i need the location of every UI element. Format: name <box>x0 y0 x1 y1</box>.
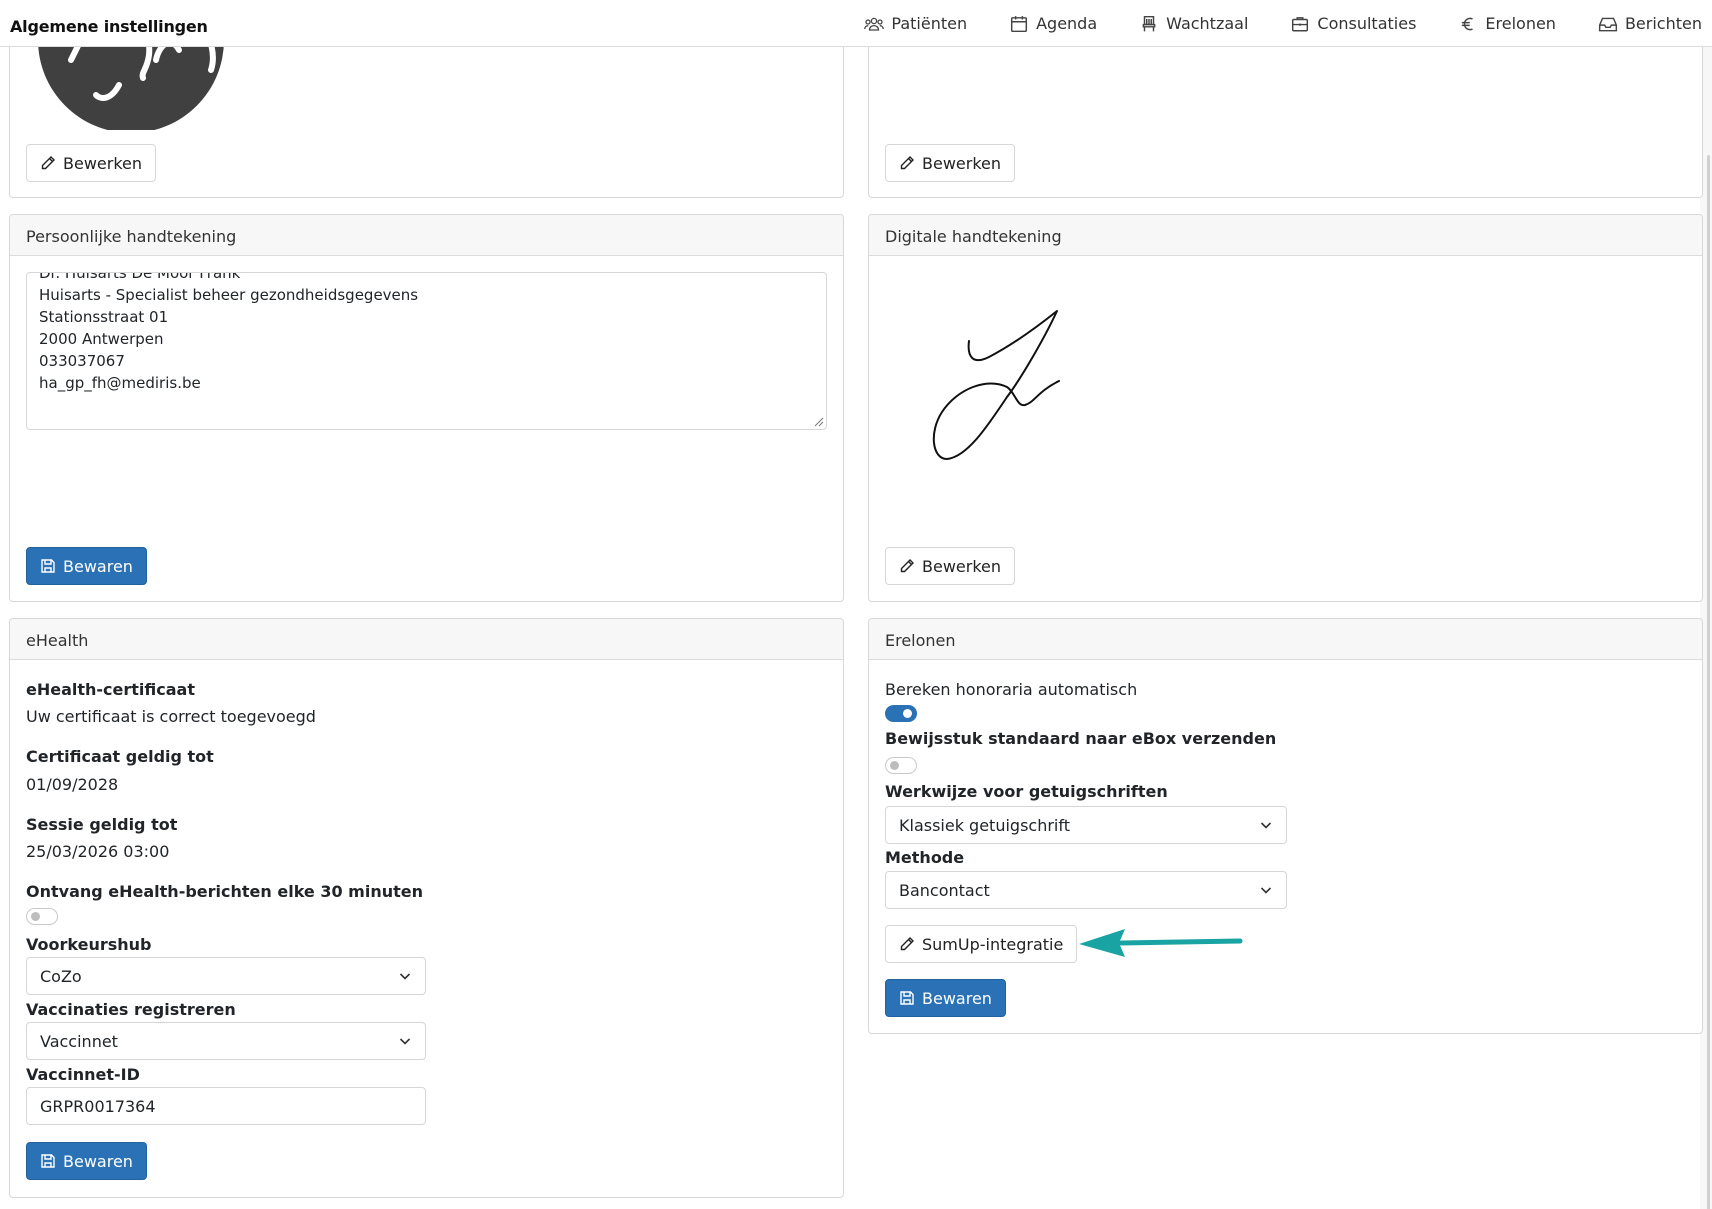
card-title: Erelonen <box>869 619 1702 660</box>
nav-item-waiting-room[interactable]: Wachtzaal <box>1139 14 1248 33</box>
vaccinnet-id-value: GRPR0017364 <box>40 1096 156 1116</box>
payment-method-label: Methode <box>885 848 965 867</box>
pencil-icon <box>900 156 914 170</box>
hub-label: Voorkeurshub <box>26 935 152 954</box>
certificate-method-value: Klassiek getuigschrift <box>899 815 1070 835</box>
pencil-icon <box>900 559 914 573</box>
briefcase-icon <box>1292 16 1309 31</box>
vaccinnet-id-label: Vaccinnet-ID <box>26 1065 140 1084</box>
chevron-down-icon <box>399 973 411 980</box>
card-title: Persoonlijke handtekening <box>10 215 843 256</box>
euro-icon <box>1462 17 1474 30</box>
nav-label: Berichten <box>1624 14 1702 33</box>
certificate-method-label: Werkwijze voor getuigschriften <box>885 782 1168 801</box>
ebox-toggle[interactable] <box>885 757 917 774</box>
signature-line: Stationsstraat 01 <box>39 308 169 326</box>
auto-fees-label: Bereken honoraria automatisch <box>885 680 1138 699</box>
users-icon <box>864 17 885 31</box>
signature-line: 2000 Antwerpen <box>39 330 164 348</box>
chevron-down-icon <box>399 1038 411 1045</box>
signature-image <box>932 310 1060 460</box>
nav-label: Patiënten <box>891 14 968 33</box>
payment-method-value: Bancontact <box>899 880 990 900</box>
card-title: eHealth <box>10 619 843 660</box>
session-label: Sessie geldig tot <box>26 815 178 834</box>
hub-select[interactable]: CoZo <box>26 957 426 995</box>
nav-item-patients[interactable]: Patiënten <box>864 14 967 33</box>
chevron-down-icon <box>1260 822 1272 829</box>
toggle-knob <box>31 912 40 921</box>
edit-digital-signature-button[interactable]: Bewerken <box>885 547 1016 585</box>
edit-label: Bewerken <box>63 153 143 173</box>
pencil-icon <box>41 156 55 170</box>
receive-messages-label: Ontvang eHealth-berichten elke 30 minute… <box>26 882 423 901</box>
personal-signature-card: Persoonlijke handtekening Dr. Huisarts D… <box>9 214 844 602</box>
sumup-label: SumUp-integratie <box>922 934 1064 954</box>
hub-value: CoZo <box>40 966 82 986</box>
nav-label: Wachtzaal <box>1166 14 1249 33</box>
valid-until-label: Certificaat geldig tot <box>26 747 214 766</box>
save-label: Bewaren <box>922 988 992 1008</box>
save-icon <box>41 559 55 573</box>
pencil-icon <box>900 937 914 951</box>
sumup-integration-button[interactable]: SumUp-integratie <box>885 925 1078 963</box>
toggle-knob <box>903 709 912 718</box>
edit-logo-button[interactable]: Bewerken <box>885 144 1016 182</box>
chair-icon <box>1142 15 1156 31</box>
annotation-arrow-icon <box>1079 929 1243 957</box>
save-label: Bewaren <box>63 1151 133 1171</box>
calendar-icon <box>1011 15 1028 32</box>
page-title: Algemene instellingen <box>10 17 208 36</box>
certificate-method-select[interactable]: Klassiek getuigschrift <box>885 806 1287 844</box>
session-value: 25/03/2026 03:00 <box>26 842 170 861</box>
signature-lines: Dr. Huisarts De Moor Frank Huisarts - Sp… <box>39 272 814 394</box>
save-icon <box>900 991 914 1005</box>
save-ehealth-button[interactable]: Bewaren <box>26 1142 147 1180</box>
signature-line: Huisarts - Specialist beheer gezondheids… <box>39 286 419 304</box>
vaccination-label: Vaccinaties registreren <box>26 1000 236 1019</box>
vaccination-value: Vaccinnet <box>40 1031 118 1051</box>
signature-line: 033037067 <box>39 352 125 370</box>
top-navbar: Algemene instellingen Patiënten Agenda W… <box>0 0 1712 47</box>
signature-textarea[interactable]: Dr. Huisarts De Moor Frank Huisarts - Sp… <box>26 272 827 430</box>
card-title: Digitale handtekening <box>869 215 1702 256</box>
edit-label: Bewerken <box>922 153 1002 173</box>
save-label: Bewaren <box>63 556 133 576</box>
nav-label: Agenda <box>1036 14 1098 33</box>
payment-method-select[interactable]: Bancontact <box>885 871 1287 909</box>
main-nav: Patiënten Agenda Wachtzaal Consultaties … <box>822 0 1702 47</box>
certificate-status: Uw certificaat is correct toegevoegd <box>26 707 316 726</box>
receive-messages-toggle[interactable] <box>26 908 58 925</box>
edit-photo-button[interactable]: Bewerken <box>26 144 157 182</box>
nav-item-messages[interactable]: Berichten <box>1598 14 1702 33</box>
nav-label: Erelonen <box>1485 14 1556 33</box>
nav-label: Consultaties <box>1317 14 1417 33</box>
digital-signature-card: Digitale handtekening Bewerken <box>868 214 1703 602</box>
edit-label: Bewerken <box>922 556 1002 576</box>
signature-line: Dr. Huisarts De Moor Frank <box>39 272 241 282</box>
nav-item-consultations[interactable]: Consultaties <box>1290 14 1416 33</box>
nav-item-fees[interactable]: Erelonen <box>1458 14 1556 33</box>
ehealth-card: eHealth eHealth-certificaat Uw certifica… <box>9 618 844 1198</box>
toggle-knob <box>890 761 899 770</box>
chevron-down-icon <box>1260 887 1272 894</box>
valid-until-value: 01/09/2028 <box>26 775 119 794</box>
inbox-icon <box>1598 17 1618 31</box>
auto-fees-toggle[interactable] <box>885 705 917 722</box>
save-fees-button[interactable]: Bewaren <box>885 979 1006 1017</box>
certificate-label: eHealth-certificaat <box>26 680 195 699</box>
vaccinnet-id-input[interactable]: GRPR0017364 <box>26 1087 426 1125</box>
fees-card: Erelonen Bereken honoraria automatisch B… <box>868 618 1703 1034</box>
ebox-label: Bewijsstuk standaard naar eBox verzenden <box>885 729 1277 748</box>
save-icon <box>41 1154 55 1168</box>
resize-handle-icon[interactable] <box>812 415 824 427</box>
save-signature-button[interactable]: Bewaren <box>26 547 147 585</box>
vaccination-select[interactable]: Vaccinnet <box>26 1022 426 1060</box>
nav-item-agenda[interactable]: Agenda <box>1009 14 1097 33</box>
scrollbar-thumb[interactable] <box>1707 155 1710 1209</box>
signature-line: ha_gp_fh@mediris.be <box>39 374 201 392</box>
